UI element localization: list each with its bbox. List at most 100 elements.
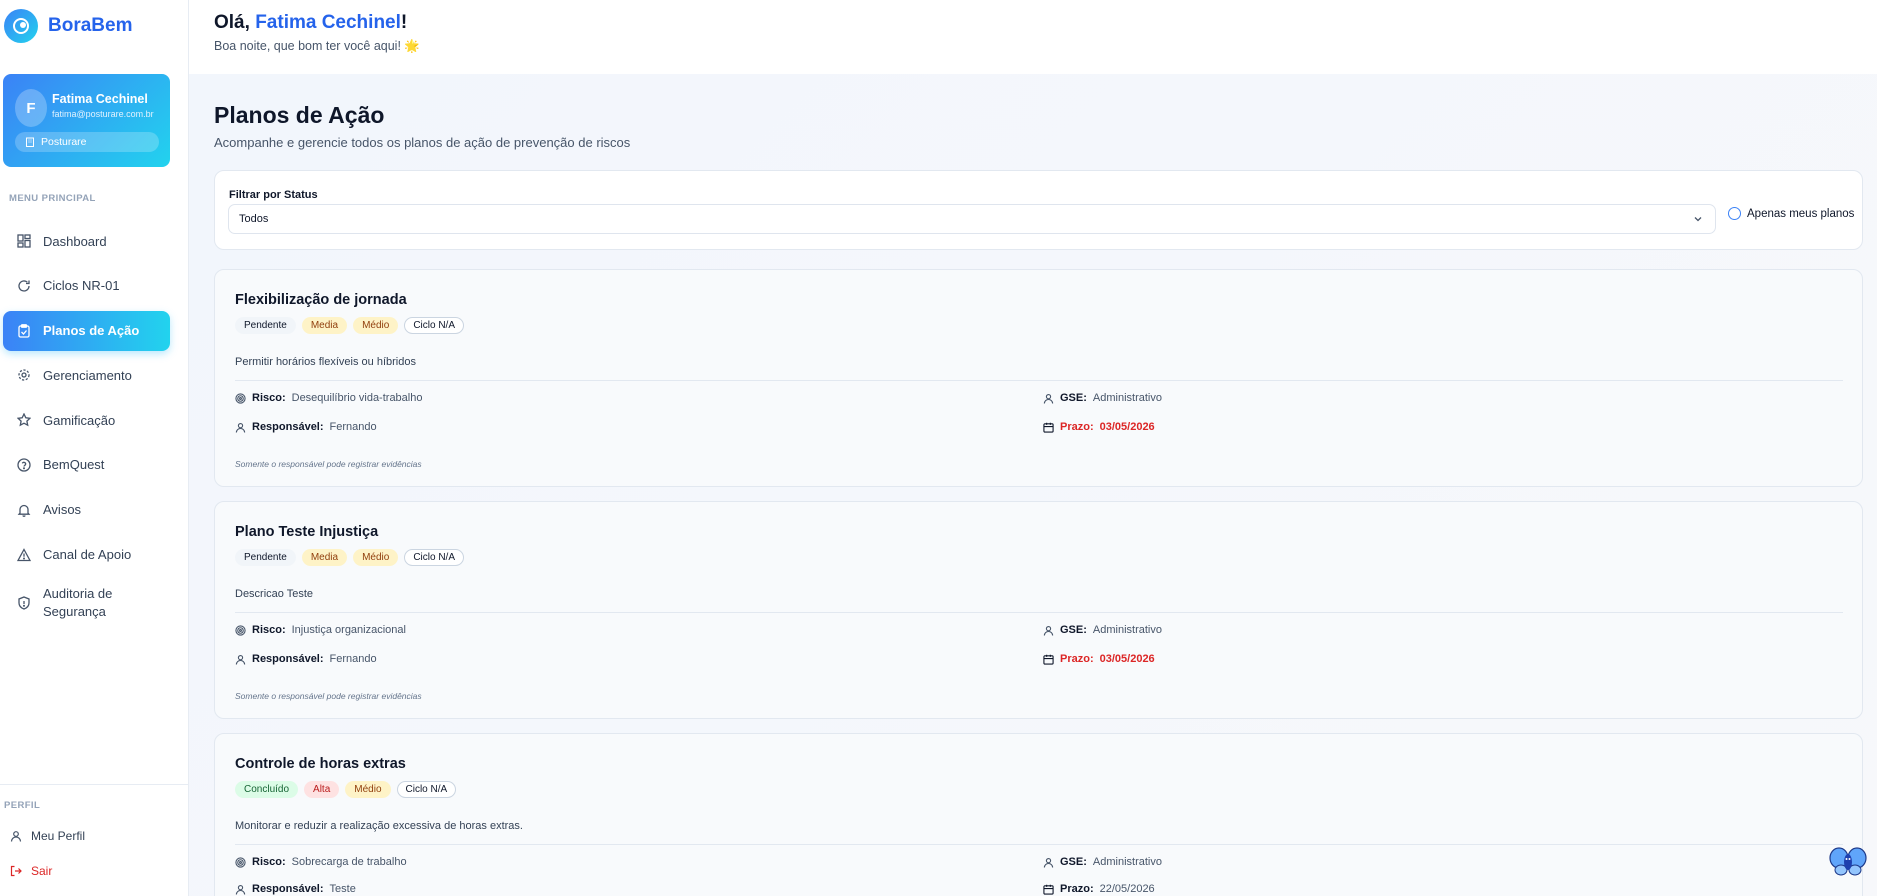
card-divider <box>235 844 1843 845</box>
plan-description: Monitorar e reduzir a realização excessi… <box>235 820 523 832</box>
evidence-note: Somente o responsável pode registrar evi… <box>235 691 422 701</box>
risk-label: Risco: <box>252 856 286 868</box>
my-profile-label: Meu Perfil <box>31 829 86 843</box>
sidebar-item-label: BemQuest <box>43 457 105 473</box>
my-profile-link[interactable]: Meu Perfil <box>10 829 85 843</box>
plan-deadline: Prazo: 03/05/2026 <box>1043 653 1155 665</box>
deadline-value: 03/05/2026 <box>1099 653 1155 665</box>
responsible-value: Teste <box>329 883 356 895</box>
sidebar-item-gerenciamento[interactable]: Gerenciamento <box>3 355 170 395</box>
app-name: BoraBem <box>48 15 133 36</box>
plan-deadline: Prazo: 22/05/2026 <box>1043 883 1155 895</box>
user-icon <box>1043 857 1054 868</box>
plan-responsible: Responsável: Teste <box>235 883 356 895</box>
user-icon <box>1043 625 1054 636</box>
checkbox-circle[interactable] <box>1728 207 1741 220</box>
avatar: F <box>15 89 47 127</box>
plan-gse: GSE: Administrativo <box>1043 392 1162 404</box>
sidebar-item-ciclos[interactable]: Ciclos NR-01 <box>3 266 170 306</box>
sidebar-item-label: Gerenciamento <box>43 367 132 383</box>
plan-description: Descricao Teste <box>235 588 314 600</box>
plan-badges: Pendente Media Médio Ciclo N/A <box>235 549 465 566</box>
menu-section-label: MENU PRINCIPAL <box>9 193 96 204</box>
sidebar-item-planos-de-acao[interactable]: Planos de Ação <box>3 310 170 351</box>
plan-deadline: Prazo: 03/05/2026 <box>1043 421 1155 433</box>
sidebar-item-label: Planos de Ação <box>43 323 140 339</box>
greeting-suffix: ! <box>400 12 408 33</box>
company-name: Posturare <box>41 136 87 148</box>
plan-gse: GSE: Administrativo <box>1043 856 1162 868</box>
chevron-down-icon <box>1694 217 1702 222</box>
level-badge: Médio <box>353 549 399 566</box>
borabem-logo-icon <box>4 9 38 43</box>
action-plan-card[interactable]: Controle de horas extras Concluído Alta … <box>214 733 1863 896</box>
building-icon <box>26 137 34 147</box>
page-title: Planos de Ação <box>214 102 385 128</box>
greeting: Olá, Fatima Cechinel! <box>214 12 407 34</box>
bell-icon <box>17 504 31 517</box>
plan-responsible: Responsável: Fernando <box>235 421 377 433</box>
only-my-plans-checkbox[interactable]: Apenas meus planos <box>1728 207 1854 220</box>
greeting-name: Fatima Cechinel <box>255 12 401 33</box>
responsible-label: Responsável: <box>252 653 324 665</box>
target-icon <box>235 856 246 868</box>
sidebar-item-dashboard[interactable]: Dashboard <box>3 221 170 261</box>
sidebar-item-label: Avisos <box>43 502 82 518</box>
company-badge: Posturare <box>15 132 159 152</box>
logout-button[interactable]: Sair <box>10 864 52 878</box>
gse-label: GSE: <box>1060 856 1087 868</box>
main-content: Planos de Ação Acompanhe e gerencie todo… <box>189 74 1877 896</box>
sidebar-item-bemquest[interactable]: BemQuest <box>3 445 170 485</box>
gear-icon <box>18 369 30 382</box>
page-subtitle: Acompanhe e gerencie todos os planos de … <box>214 135 631 150</box>
responsible-value: Fernando <box>329 421 377 433</box>
cycle-badge: Ciclo N/A <box>404 317 465 334</box>
user-card[interactable]: F Fatima Cechinel fatima@posturare.com.b… <box>3 74 170 167</box>
responsible-label: Responsável: <box>252 883 324 895</box>
user-icon <box>1043 393 1054 404</box>
help-circle-icon <box>17 458 31 472</box>
main-nav: Dashboard Ciclos NR-01 Planos de Ação Ge… <box>3 221 170 632</box>
cycle-badge: Ciclo N/A <box>404 549 465 566</box>
level-badge: Médio <box>345 781 391 798</box>
sidebar-item-auditoria[interactable]: Auditoria de Segurança <box>3 579 170 627</box>
sidebar-item-gamificacao[interactable]: Gamificação <box>3 400 170 440</box>
deadline-label: Prazo: <box>1060 421 1094 433</box>
star-icon <box>17 413 31 427</box>
plan-gse: GSE: Administrativo <box>1043 624 1162 636</box>
shield-icon <box>18 596 30 611</box>
brand[interactable]: BoraBem <box>4 9 132 43</box>
refresh-icon <box>18 280 30 292</box>
action-plan-card[interactable]: Plano Teste Injustiça Pendente Media Méd… <box>214 501 1863 719</box>
top-header: Olá, Fatima Cechinel! Boa noite, que bom… <box>189 0 1877 74</box>
deadline-label: Prazo: <box>1060 883 1094 895</box>
target-icon <box>235 624 246 636</box>
plan-risk: Risco: Desequilíbrio vida-trabalho <box>235 392 422 404</box>
responsible-label: Responsável: <box>252 421 324 433</box>
risk-label: Risco: <box>252 392 286 404</box>
sidebar-item-label: Ciclos NR-01 <box>43 278 120 294</box>
filter-label: Filtrar por Status <box>229 189 318 201</box>
grid-icon <box>17 234 31 248</box>
priority-badge: Alta <box>304 781 340 798</box>
card-divider <box>235 380 1843 381</box>
status-badge: Pendente <box>235 317 296 334</box>
gse-label: GSE: <box>1060 624 1087 636</box>
risk-value: Desequilíbrio vida-trabalho <box>291 392 423 404</box>
status-badge: Pendente <box>235 549 296 566</box>
deadline-value: 22/05/2026 <box>1099 883 1155 895</box>
deadline-label: Prazo: <box>1060 653 1094 665</box>
plan-responsible: Responsável: Fernando <box>235 653 377 665</box>
action-plan-card[interactable]: Flexibilização de jornada Pendente Media… <box>214 269 1863 487</box>
butterfly-mascot-icon[interactable] <box>1829 845 1867 877</box>
risk-value: Injustiça organizacional <box>291 624 406 636</box>
status-filter-select[interactable]: Todos <box>228 204 1716 234</box>
user-icon <box>235 884 246 895</box>
plan-badges: Pendente Media Médio Ciclo N/A <box>235 317 465 334</box>
sidebar-item-avisos[interactable]: Avisos <box>3 490 170 530</box>
profile-section-label: PERFIL <box>4 800 41 811</box>
sidebar-item-canal-de-apoio[interactable]: Canal de Apoio <box>3 535 170 575</box>
user-icon <box>235 654 246 665</box>
only-my-plans-label: Apenas meus planos <box>1747 207 1855 220</box>
target-icon <box>235 392 246 404</box>
